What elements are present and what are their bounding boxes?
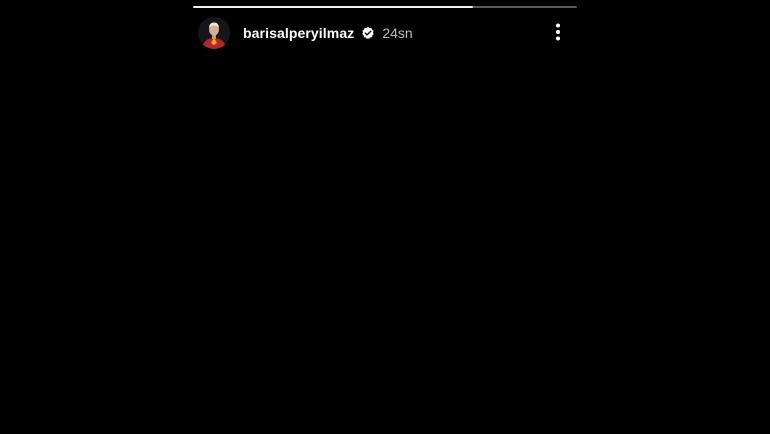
story-progress-fill <box>193 6 474 8</box>
story-viewer: barisalperyilmaz 24sn <box>0 0 770 434</box>
story-timestamp: 24sn <box>382 25 413 41</box>
verified-badge-icon <box>361 26 375 40</box>
story-username[interactable]: barisalperyilmaz <box>243 25 354 41</box>
more-options-button[interactable] <box>548 20 568 44</box>
avatar-portrait-icon <box>198 17 230 49</box>
story-header: barisalperyilmaz 24sn <box>198 17 413 49</box>
story-progress-bar <box>193 6 577 8</box>
avatar[interactable] <box>198 17 230 49</box>
story-media[interactable] <box>193 56 577 434</box>
more-vertical-icon <box>556 23 560 41</box>
